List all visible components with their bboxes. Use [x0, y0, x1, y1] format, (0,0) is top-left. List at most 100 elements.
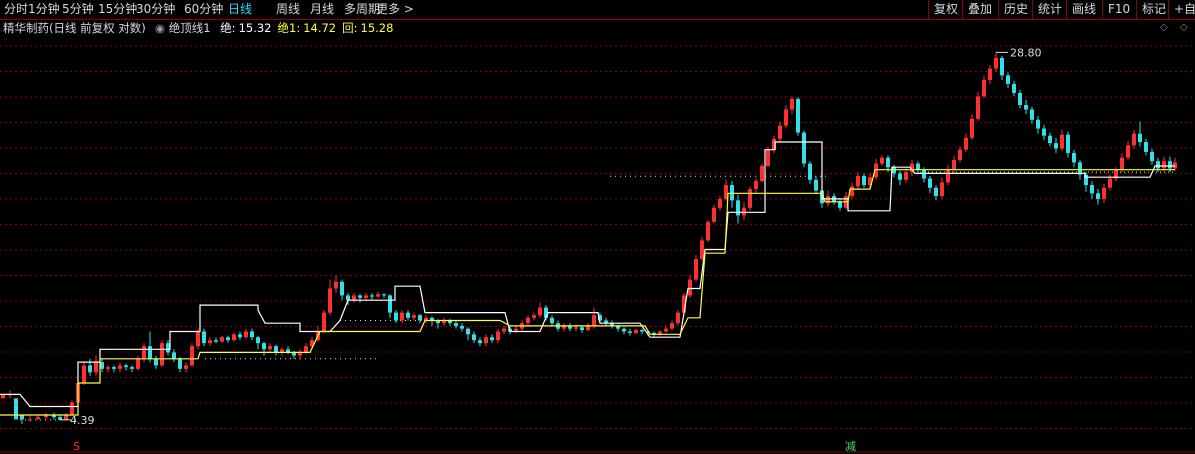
candle-body-175 — [1060, 134, 1064, 149]
candle-body-4 — [28, 419, 32, 421]
candle-body-90 — [550, 317, 554, 324]
candle-body-181 — [1096, 193, 1100, 199]
candle-body-174 — [1054, 143, 1058, 149]
period-tab-10[interactable]: 更多 > — [376, 0, 414, 19]
candle-body-145 — [880, 157, 884, 164]
candle-body-0 — [1, 394, 5, 399]
line-jueding — [0, 141, 1175, 408]
candle-body-63 — [388, 295, 392, 313]
period-tab-8[interactable]: 月线 — [310, 0, 334, 19]
toolbar-button-6[interactable]: 标记 — [1136, 0, 1171, 19]
candle-body-126 — [766, 149, 770, 166]
candle-body-28 — [178, 358, 182, 369]
candle-body-38 — [238, 334, 242, 338]
candle-body-81 — [496, 331, 500, 341]
candle-body-59 — [364, 295, 368, 298]
candle-body-53 — [328, 288, 332, 313]
candle-body-104 — [634, 330, 638, 333]
candle-body-185 — [1120, 157, 1124, 170]
period-tab-7[interactable]: 周线 — [276, 0, 300, 19]
candle-body-189 — [1144, 142, 1148, 152]
candle-body-133 — [808, 163, 812, 180]
period-tab-3[interactable]: 15分钟 — [98, 0, 137, 19]
candle-body-62 — [382, 294, 386, 296]
candle-body-123 — [748, 189, 752, 208]
toolbar-button-3[interactable]: 统计 — [1032, 0, 1067, 19]
indicator-toggle-icon[interactable]: ◉ — [155, 21, 165, 35]
candle-body-132 — [802, 132, 806, 164]
candle-body-187 — [1132, 133, 1136, 146]
candle-body-22 — [142, 346, 146, 359]
buy-signal-label: S — [73, 440, 80, 453]
candle-body-166 — [1006, 75, 1010, 84]
candle-body-19 — [124, 365, 128, 368]
indicator-value-1: 14.72 — [303, 21, 337, 35]
period-tab-2[interactable]: 5分钟 — [62, 0, 94, 19]
period-tab-6[interactable]: 日线 — [228, 0, 252, 19]
candle-body-34 — [214, 340, 218, 342]
candle-body-79 — [484, 337, 488, 344]
indicator-title[interactable]: 精华制药(日线 前复权 对数) — [3, 20, 146, 37]
candle-body-67 — [412, 315, 416, 318]
kline-chart[interactable]: 28.80 4.39 — [0, 38, 1195, 454]
candle-body-42 — [262, 343, 266, 350]
candle-body-142 — [862, 175, 866, 186]
collapse-diamond-icon[interactable]: ◇ — [1160, 22, 1168, 33]
candle-body-18 — [118, 365, 122, 369]
indicator-label-1: 绝1: — [277, 21, 301, 35]
toolbar-button-7[interactable]: +自 — [1168, 0, 1195, 19]
candle-body-134 — [814, 179, 818, 191]
candle-body-86 — [526, 317, 530, 324]
toolbar-button-2[interactable]: 历史 — [998, 0, 1033, 19]
candle-body-75 — [460, 325, 464, 329]
candle-body-68 — [418, 315, 422, 321]
candle-body-87 — [532, 315, 536, 318]
candle-body-191 — [1156, 161, 1160, 169]
candle-body-177 — [1072, 153, 1076, 163]
candle-body-56 — [346, 295, 350, 301]
candle-body-16 — [106, 367, 110, 369]
candle-body-94 — [574, 327, 578, 329]
candle-body-40 — [250, 331, 254, 338]
indicator-values: ◉ 绝顶线1 绝: 15.32 绝1: 14.72 回: 15.28 — [155, 20, 393, 37]
period-tab-0[interactable]: 分时 — [4, 0, 28, 19]
candle-body-5 — [36, 417, 40, 420]
toolbar-button-5[interactable]: F10 — [1102, 0, 1135, 19]
candle-body-55 — [340, 281, 344, 296]
candle-body-32 — [202, 331, 206, 344]
candle-body-122 — [742, 207, 746, 216]
max-price-label: 28.80 — [1010, 46, 1042, 59]
candle-body-12 — [82, 365, 86, 384]
period-toolbar: 分时 1分钟 5分钟 15分钟 30分钟 60分钟 日线 周线 月线 多周期 更多 > 复权 叠加 历史统… — [0, 0, 1195, 20]
candle-body-43 — [268, 346, 272, 350]
toolbar-button-0[interactable]: 复权 — [928, 0, 963, 19]
settings-diamond-icon[interactable]: ◇ — [1180, 22, 1188, 33]
candle-body-76 — [466, 328, 470, 335]
candle-body-148 — [898, 173, 902, 180]
candle-body-115 — [700, 240, 704, 260]
toolbar-button-1[interactable]: 叠加 — [962, 0, 997, 19]
candle-body-129 — [784, 109, 788, 126]
candle-body-167 — [1012, 83, 1016, 93]
period-tab-5[interactable]: 60分钟 — [184, 0, 223, 19]
candle-body-192 — [1162, 161, 1166, 169]
candle-body-159 — [964, 137, 968, 150]
indicator-name[interactable]: 绝顶线1 — [169, 21, 211, 35]
candle-body-186 — [1126, 145, 1130, 158]
candle-body-25 — [160, 343, 164, 366]
candle-body-158 — [958, 149, 962, 161]
period-tab-4[interactable]: 30分钟 — [136, 0, 175, 19]
candle-body-20 — [130, 367, 134, 369]
toolbar-button-4[interactable]: 画线 — [1066, 0, 1101, 19]
candle-body-77 — [472, 334, 476, 341]
candle-body-168 — [1018, 92, 1022, 105]
candle-body-82 — [502, 328, 506, 332]
period-tab-1[interactable]: 1分钟 — [28, 0, 60, 19]
candle-body-180 — [1090, 185, 1094, 194]
candle-body-23 — [148, 346, 152, 359]
candle-body-152 — [922, 169, 926, 179]
candle-body-14 — [94, 362, 98, 373]
candle-body-97 — [592, 315, 596, 326]
period-tab-9[interactable]: 多周期 — [344, 0, 380, 19]
candle-body-164 — [994, 57, 998, 69]
